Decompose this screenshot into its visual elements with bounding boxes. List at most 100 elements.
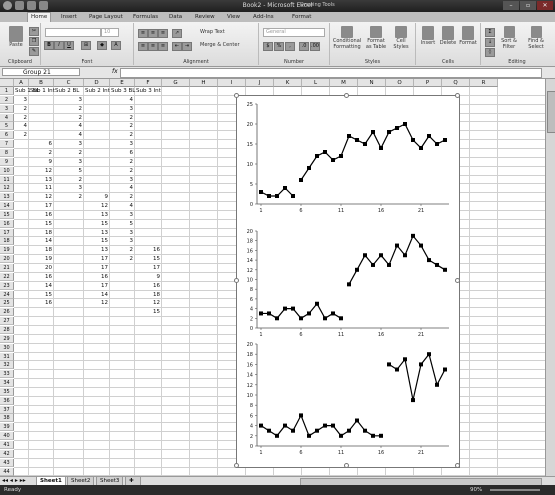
cell[interactable]: 12 bbox=[85, 299, 108, 307]
cell[interactable]: 15 bbox=[30, 291, 52, 299]
name-box[interactable]: Group 21 bbox=[2, 68, 80, 76]
cell[interactable]: 3 bbox=[111, 229, 134, 237]
row-header[interactable]: 35 bbox=[0, 387, 14, 396]
cut-icon[interactable]: ✂ bbox=[29, 27, 39, 36]
row-header[interactable]: 5 bbox=[0, 122, 14, 131]
align-bottom-icon[interactable]: ≡ bbox=[158, 29, 168, 38]
resize-handle-top-left[interactable] bbox=[234, 93, 239, 98]
row-header[interactable]: 6 bbox=[0, 131, 14, 140]
row-header[interactable]: 18 bbox=[0, 237, 14, 246]
cell[interactable]: 3 bbox=[55, 184, 83, 192]
column-header[interactable]: C bbox=[54, 79, 84, 87]
cell[interactable]: 2 bbox=[55, 149, 83, 157]
row-header[interactable]: 21 bbox=[0, 264, 14, 272]
tab-format[interactable]: Format bbox=[292, 13, 311, 22]
row-header[interactable]: 14 bbox=[0, 202, 14, 211]
tab-view[interactable]: View bbox=[227, 13, 240, 22]
orientation-icon[interactable]: ↗ bbox=[172, 29, 182, 38]
cell[interactable]: 2 bbox=[111, 114, 134, 122]
cell[interactable]: 15 bbox=[85, 220, 108, 228]
underline-button[interactable]: U bbox=[64, 41, 74, 50]
tab-page-layout[interactable]: Page Layout bbox=[89, 13, 123, 22]
fill-icon[interactable]: ↓ bbox=[485, 38, 495, 47]
tab-review[interactable]: Review bbox=[195, 13, 215, 22]
row-header[interactable]: 10 bbox=[0, 166, 14, 175]
format-as-table-button[interactable]: Format as Table bbox=[364, 26, 388, 50]
column-header[interactable]: N bbox=[358, 79, 386, 87]
cell[interactable]: 4 bbox=[55, 131, 83, 139]
resize-handle-bottom-right[interactable] bbox=[455, 463, 460, 468]
row-header[interactable]: 3 bbox=[0, 104, 14, 113]
format-painter-icon[interactable]: ✎ bbox=[29, 47, 39, 56]
cell[interactable]: 15 bbox=[136, 308, 160, 316]
row-header[interactable]: 8 bbox=[0, 148, 14, 157]
row-header[interactable]: 19 bbox=[0, 246, 14, 255]
zoom-slider[interactable] bbox=[490, 489, 540, 491]
cell[interactable]: 2 bbox=[111, 246, 134, 254]
align-left-icon[interactable]: ≡ bbox=[138, 42, 148, 51]
number-format-box[interactable]: General bbox=[263, 28, 325, 37]
cell[interactable]: 15 bbox=[85, 237, 108, 245]
cell[interactable]: 2 bbox=[15, 114, 28, 122]
resize-handle-bottom-left[interactable] bbox=[234, 463, 239, 468]
scrollbar-thumb[interactable] bbox=[547, 91, 555, 133]
autosum-icon[interactable]: Σ bbox=[485, 28, 495, 37]
column-header[interactable]: D bbox=[84, 79, 110, 87]
font-color-icon[interactable]: A bbox=[111, 41, 121, 50]
row-header[interactable]: 40 bbox=[0, 432, 14, 441]
cell[interactable]: 5 bbox=[55, 167, 83, 175]
cell[interactable]: 2 bbox=[15, 105, 28, 113]
cell[interactable]: Sub 1 BL bbox=[15, 87, 39, 95]
paste-button[interactable]: Paste bbox=[6, 26, 26, 48]
select-all-corner[interactable] bbox=[0, 79, 14, 87]
column-header[interactable]: H bbox=[190, 79, 218, 87]
row-header[interactable]: 28 bbox=[0, 325, 14, 334]
resize-handle-bottom[interactable] bbox=[344, 463, 349, 468]
cell[interactable]: 17 bbox=[85, 255, 108, 263]
resize-handle-right[interactable] bbox=[455, 278, 460, 283]
column-header[interactable]: O bbox=[386, 79, 414, 87]
insert-cells-button[interactable]: Insert bbox=[418, 26, 438, 46]
format-cells-button[interactable]: Format bbox=[458, 26, 478, 46]
decrease-decimal-button[interactable]: .00 bbox=[310, 42, 320, 51]
maximize-button[interactable]: ▫ bbox=[520, 1, 536, 10]
sort-filter-button[interactable]: Sort & Filter bbox=[497, 26, 521, 50]
row-header[interactable]: 34 bbox=[0, 379, 14, 388]
row-header[interactable]: 15 bbox=[0, 210, 14, 219]
resize-handle-top-right[interactable] bbox=[455, 93, 460, 98]
align-middle-icon[interactable]: ≡ bbox=[148, 29, 158, 38]
chart-group[interactable]: 0 5 10 15 20 25 1 6 11 16 21 0 2 4 6 8 10 12 14 16 18 20 1 6 11 1… bbox=[236, 95, 460, 468]
cell[interactable]: 4 bbox=[55, 122, 83, 130]
cell[interactable]: 12 bbox=[85, 202, 108, 210]
row-header[interactable]: 9 bbox=[0, 157, 14, 166]
row-header[interactable]: 1 bbox=[0, 87, 14, 95]
column-header[interactable]: E bbox=[110, 79, 135, 87]
column-header[interactable]: L bbox=[302, 79, 330, 87]
cell[interactable]: 17 bbox=[136, 264, 160, 272]
copy-icon[interactable]: ❐ bbox=[29, 37, 39, 46]
cell[interactable]: Sub 3 Int bbox=[136, 87, 161, 95]
column-header[interactable]: I bbox=[218, 79, 246, 87]
column-header[interactable]: J bbox=[246, 79, 274, 87]
cell[interactable]: 3 bbox=[111, 140, 134, 148]
row-header[interactable]: 2 bbox=[0, 95, 14, 104]
row-header[interactable]: 36 bbox=[0, 396, 14, 405]
cell[interactable]: 12 bbox=[30, 193, 52, 201]
cell[interactable]: 2 bbox=[15, 131, 28, 139]
cell[interactable]: 16 bbox=[136, 282, 160, 290]
currency-button[interactable]: $ bbox=[263, 42, 273, 51]
row-header[interactable]: 24 bbox=[0, 290, 14, 299]
cell[interactable]: 17 bbox=[30, 202, 52, 210]
find-select-button[interactable]: Find & Select bbox=[523, 26, 549, 50]
column-header[interactable]: B bbox=[29, 79, 54, 87]
cell[interactable]: 14 bbox=[30, 282, 52, 290]
row-header[interactable]: 17 bbox=[0, 228, 14, 237]
row-header[interactable]: 23 bbox=[0, 281, 14, 290]
cell-styles-button[interactable]: Cell Styles bbox=[390, 26, 412, 50]
column-header[interactable]: K bbox=[274, 79, 302, 87]
column-header[interactable]: G bbox=[162, 79, 190, 87]
cell[interactable]: 14 bbox=[30, 237, 52, 245]
vertical-scrollbar[interactable] bbox=[545, 79, 555, 476]
resize-handle-left[interactable] bbox=[234, 278, 239, 283]
cell[interactable]: 20 bbox=[30, 264, 52, 272]
